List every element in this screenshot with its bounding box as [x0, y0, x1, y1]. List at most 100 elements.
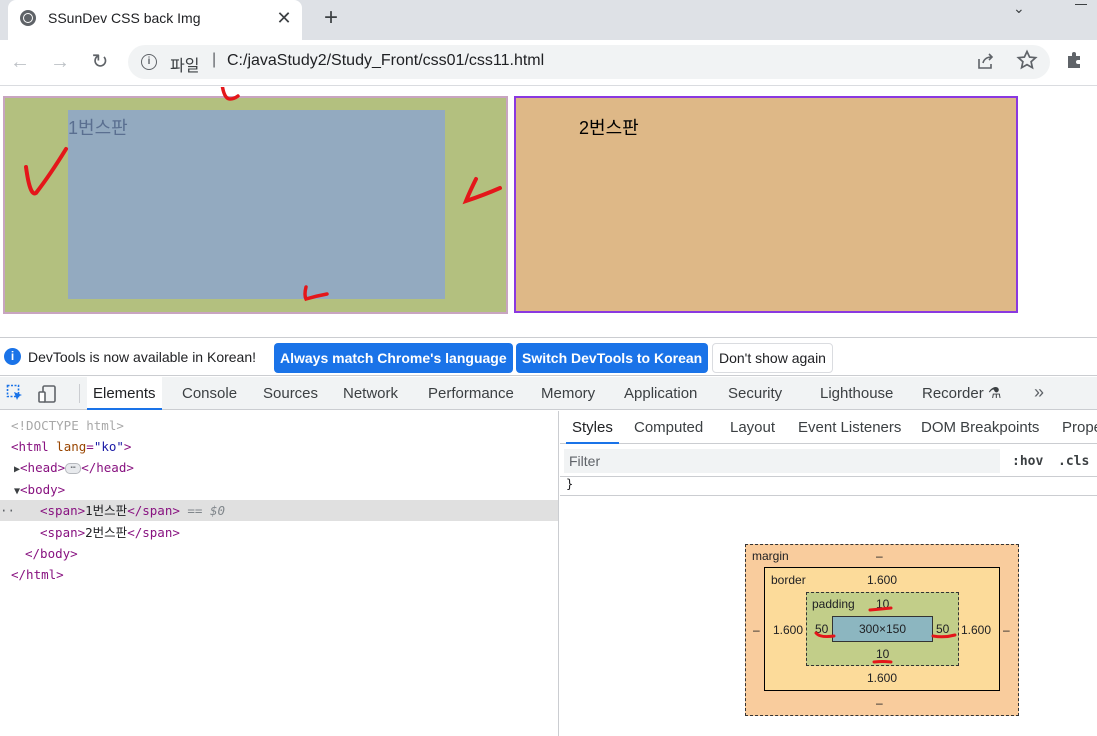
- tab-layout[interactable]: Layout: [724, 411, 781, 444]
- box-model-border[interactable]: border 1.600 1.600 1.600 1.600 padding 1…: [764, 567, 1000, 691]
- browser-toolbar: ← → ↻ i 파일 | C:/javaStudy2/Study_Front/c…: [0, 40, 1097, 86]
- tab-properties[interactable]: Prope: [1056, 411, 1097, 444]
- box-model-content[interactable]: 300×150: [832, 616, 933, 642]
- content-size-value[interactable]: 300×150: [833, 622, 932, 636]
- reload-button[interactable]: ↻: [88, 49, 112, 75]
- border-label: border: [771, 573, 806, 587]
- always-match-language-button[interactable]: Always match Chrome's language: [274, 343, 513, 373]
- devtools-tabbar: Elements Console Sources Network Perform…: [0, 377, 1097, 410]
- dom-node-span-2[interactable]: <span>2번스판</span>: [0, 522, 558, 543]
- back-button[interactable]: ←: [8, 49, 32, 75]
- switch-to-korean-button[interactable]: Switch DevTools to Korean: [516, 343, 709, 373]
- tab-dom-breakpoints[interactable]: DOM Breakpoints: [915, 411, 1045, 444]
- tab-event-listeners[interactable]: Event Listeners: [792, 411, 907, 444]
- span-2-node-text: 2번스판: [85, 525, 128, 540]
- styles-divider: [560, 495, 1097, 496]
- class-toggle[interactable]: .cls: [1058, 454, 1089, 469]
- styles-sidebar: Styles Computed Layout Event Listeners D…: [560, 411, 1097, 736]
- body-open-tag: <body>: [20, 482, 66, 497]
- tab-strip: SSunDev CSS back Img ✕ + ⌄: [0, 0, 1097, 40]
- tab-styles[interactable]: Styles: [566, 411, 619, 444]
- inspect-element-icon[interactable]: [6, 384, 24, 402]
- span-2-text: 2번스판: [579, 118, 639, 138]
- tab-network[interactable]: Network: [337, 377, 404, 410]
- tab-elements[interactable]: Elements: [87, 377, 162, 410]
- expand-triangle-icon[interactable]: ▶: [0, 464, 20, 475]
- collapsed-content-ellipsis[interactable]: ⋯: [65, 463, 82, 474]
- collapse-triangle-icon[interactable]: ▼: [0, 486, 20, 497]
- styles-filter-input[interactable]: [564, 449, 1000, 473]
- scheme-label: 파일: [170, 58, 200, 75]
- tab-search-chevron-icon[interactable]: ⌄: [1013, 0, 1025, 17]
- dom-node-body[interactable]: ▼<body>: [0, 479, 558, 500]
- margin-left-value[interactable]: –: [753, 623, 760, 637]
- browser-tab-active[interactable]: SSunDev CSS back Img ✕: [8, 0, 302, 40]
- address-bar[interactable]: i 파일 | C:/javaStudy2/Study_Front/css01/c…: [128, 45, 1050, 79]
- tab-memory[interactable]: Memory: [535, 377, 601, 410]
- window-minimize-button[interactable]: [1075, 4, 1087, 5]
- dont-show-again-button[interactable]: Don't show again: [712, 343, 833, 373]
- padding-right-value[interactable]: 50: [936, 622, 949, 636]
- span-2-box[interactable]: 2번스판: [514, 96, 1018, 313]
- margin-top-value[interactable]: –: [876, 549, 883, 563]
- tabbar-divider: [79, 384, 80, 403]
- padding-bottom-value[interactable]: 10: [876, 647, 889, 661]
- node-actions-dots[interactable]: ··: [0, 500, 15, 521]
- rule-closing-brace: }: [566, 477, 574, 491]
- tab-sources[interactable]: Sources: [257, 377, 324, 410]
- padding-label: padding: [812, 597, 855, 611]
- span-1-text: 1번스판: [68, 118, 128, 138]
- dom-node-html-close[interactable]: </html>: [0, 564, 558, 585]
- styles-filter-row: :hov .cls: [560, 445, 1097, 477]
- globe-icon: [20, 10, 36, 26]
- box-model-padding[interactable]: padding 10 10 50 50 300×150: [806, 592, 959, 666]
- language-infobar: i DevTools is now available in Korean! A…: [0, 338, 1097, 376]
- star-icon[interactable]: [1016, 49, 1038, 71]
- html-attr-name: lang: [56, 439, 87, 454]
- url-text[interactable]: C:/javaStudy2/Study_Front/css01/css11.ht…: [227, 52, 544, 70]
- margin-bottom-value[interactable]: –: [876, 696, 883, 710]
- forward-button[interactable]: →: [48, 49, 72, 75]
- dom-node-span-1-selected[interactable]: ·· <span>1번스판</span> == $0: [0, 500, 558, 521]
- devtools-panel: i DevTools is now available in Korean! A…: [0, 337, 1097, 736]
- padding-top-value[interactable]: 10: [876, 597, 889, 611]
- dom-node-head[interactable]: ▶<head> ⋯ </head>: [0, 457, 558, 478]
- tab-security[interactable]: Security: [722, 377, 788, 410]
- tab-lighthouse[interactable]: Lighthouse: [814, 377, 899, 410]
- tab-application[interactable]: Application: [618, 377, 703, 410]
- dom-node-html[interactable]: <html lang="ko">: [0, 436, 558, 457]
- share-icon[interactable]: [976, 51, 996, 71]
- head-open-tag: <head>: [20, 460, 66, 475]
- info-icon: i: [4, 348, 21, 365]
- doctype-text: <!DOCTYPE html>: [11, 418, 124, 433]
- margin-right-value[interactable]: –: [1003, 623, 1010, 637]
- selected-node-marker: == $0: [187, 503, 226, 518]
- tab-console[interactable]: Console: [176, 377, 243, 410]
- site-info-icon[interactable]: i: [141, 54, 157, 70]
- new-tab-button[interactable]: +: [318, 6, 344, 32]
- padding-left-value[interactable]: 50: [815, 622, 828, 636]
- dom-node-doctype[interactable]: <!DOCTYPE html>: [0, 415, 558, 436]
- extensions-icon[interactable]: [1064, 49, 1086, 71]
- hover-state-toggle[interactable]: :hov: [1012, 454, 1043, 469]
- border-top-value[interactable]: 1.600: [867, 573, 897, 587]
- more-tabs-chevron-icon[interactable]: »: [1034, 382, 1044, 403]
- styles-tabbar: Styles Computed Layout Event Listeners D…: [560, 411, 1097, 444]
- box-model-margin[interactable]: margin – – – – border 1.600 1.600 1.600 …: [745, 544, 1019, 716]
- elements-dom-tree: <!DOCTYPE html> <html lang="ko"> ▶<head>…: [0, 411, 559, 736]
- device-toolbar-icon[interactable]: [38, 384, 58, 404]
- tab-title: SSunDev CSS back Img: [48, 10, 201, 26]
- tab-performance[interactable]: Performance: [422, 377, 520, 410]
- span-1-node-text: 1번스판: [85, 503, 128, 518]
- dom-node-body-close[interactable]: </body>: [0, 543, 558, 564]
- head-close-tag: </head>: [81, 460, 134, 475]
- border-bottom-value[interactable]: 1.600: [867, 671, 897, 685]
- tab-recorder[interactable]: Recorder ⚗: [916, 377, 1007, 410]
- border-right-value[interactable]: 1.600: [961, 623, 991, 637]
- scheme-separator: |: [212, 51, 217, 68]
- span-1-box[interactable]: 1번스판: [3, 96, 508, 314]
- tab-close-button[interactable]: ✕: [274, 8, 294, 28]
- border-left-value[interactable]: 1.600: [773, 623, 803, 637]
- infobar-message: DevTools is now available in Korean!: [28, 349, 257, 365]
- tab-computed[interactable]: Computed: [628, 411, 709, 444]
